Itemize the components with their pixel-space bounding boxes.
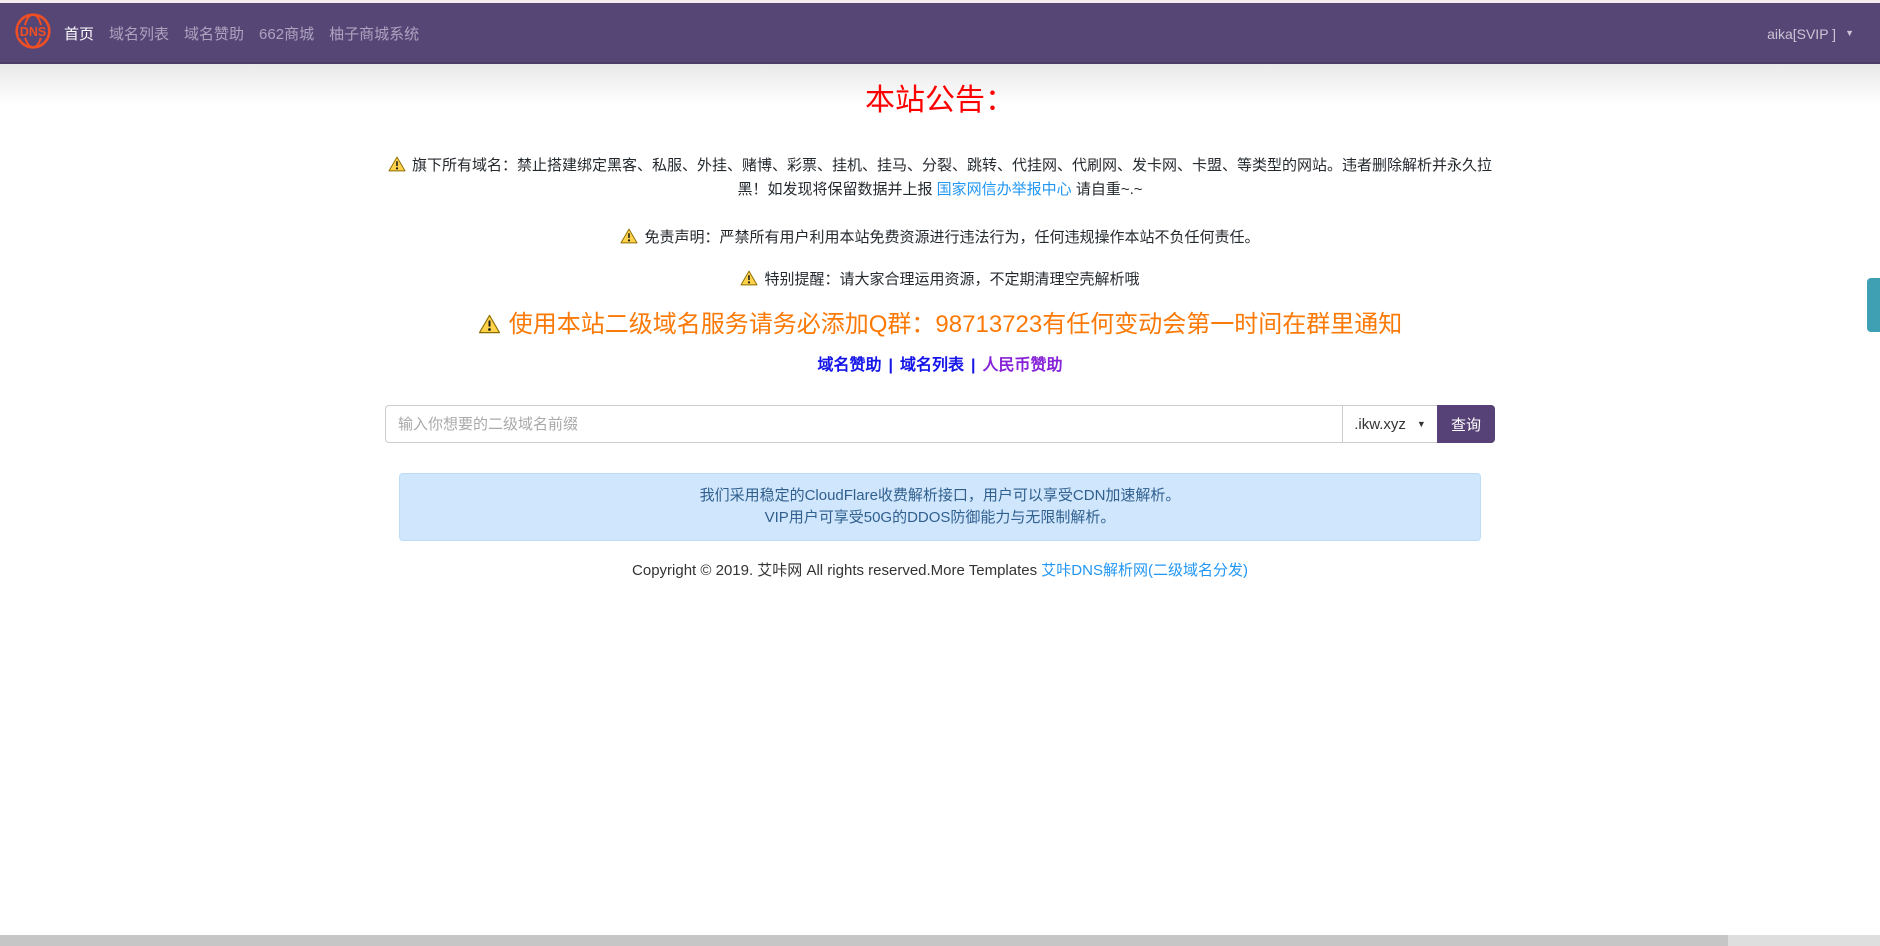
qq-group-text: 使用本站二级域名服务请务必添加Q群：98713723有任何变动会第一时间在群里通… (509, 311, 1402, 338)
main-content: 本站公告： 旗下所有域名：禁止搭建绑定黑客、私服、外挂、赌博、彩票、挂机、挂马、… (0, 64, 1880, 935)
tld-selected-value: .ikw.xyz (1354, 416, 1406, 433)
svg-text:DNS: DNS (20, 25, 46, 39)
notice-text: 免责声明：严禁所有用户利用本站免费资源进行违法行为，任何违规操作本站不负任何责任… (644, 229, 1259, 246)
nav-item-youzi-shop[interactable]: 柚子商城系统 (329, 23, 419, 44)
domain-sponsor-link[interactable]: 域名赞助 (817, 357, 881, 374)
floating-widget-tab[interactable] (1867, 278, 1880, 332)
chevron-down-icon: ▼ (1845, 29, 1854, 38)
dns-globe-logo-icon: DNS (14, 12, 52, 55)
horizontal-scrollbar (0, 935, 1880, 946)
notice-text-after: 请自重~.~ (1072, 181, 1143, 198)
footer-site-link[interactable]: 艾咔DNS解析网(二级域名分发) (1041, 562, 1248, 579)
warning-icon (620, 228, 638, 244)
notice-disclaimer: 免责声明：严禁所有用户利用本站免费资源进行违法行为，任何违规操作本站不负任何责任… (385, 226, 1495, 250)
notice-text: 特别提醒：请大家合理运用资源，不定期清理空壳解析哦 (764, 271, 1139, 288)
domain-list-link[interactable]: 域名列表 (900, 357, 964, 374)
chevron-down-icon: ▼ (1417, 420, 1426, 429)
user-menu[interactable]: aika[SVIP ] ▼ (1767, 26, 1854, 42)
nav-item-662-shop[interactable]: 662商城 (259, 23, 314, 44)
navbar: DNS 首页 域名列表 域名赞助 662商城 柚子商城系统 aika[SVIP … (0, 3, 1880, 64)
nav-item-home[interactable]: 首页 (64, 23, 94, 44)
alert-line-1: 我们采用稳定的CloudFlare收费解析接口，用户可以享受CDN加速解析。 (412, 485, 1468, 507)
tld-select[interactable]: .ikw.xyz ▼ (1342, 405, 1437, 443)
copyright-text: Copyright © 2019. 艾咔网 All rights reserve… (632, 562, 1041, 579)
search-button[interactable]: 查询 (1437, 405, 1495, 443)
warning-icon (478, 314, 501, 334)
alert-line-2: VIP用户可享受50G的DDOS防御能力与无限制解析。 (412, 507, 1468, 529)
notice-domains: 旗下所有域名：禁止搭建绑定黑客、私服、外挂、赌博、彩票、挂机、挂马、分裂、跳转、… (385, 154, 1495, 202)
qq-group-notice: 使用本站二级域名服务请务必添加Q群：98713723有任何变动会第一时间在群里通… (0, 308, 1880, 341)
nav-menu: 首页 域名列表 域名赞助 662商城 柚子商城系统 (64, 23, 419, 44)
link-separator: | (971, 357, 975, 374)
quick-links: 域名赞助 | 域名列表 | 人民币赞助 (0, 355, 1880, 377)
notice-reminder: 特别提醒：请大家合理运用资源，不定期清理空壳解析哦 (385, 268, 1495, 292)
warning-icon (388, 156, 406, 172)
horizontal-scrollbar-thumb[interactable] (0, 935, 1728, 946)
brand-logo[interactable]: DNS (14, 12, 52, 55)
domain-prefix-input[interactable] (385, 405, 1342, 443)
info-alert: 我们采用稳定的CloudFlare收费解析接口，用户可以享受CDN加速解析。 V… (399, 473, 1481, 541)
user-label: aika[SVIP ] (1767, 26, 1836, 42)
page-title: 本站公告： (0, 64, 1880, 118)
warning-icon (740, 270, 758, 286)
domain-search-bar: .ikw.xyz ▼ 查询 (385, 405, 1495, 443)
nav-item-domain-sponsor[interactable]: 域名赞助 (184, 23, 244, 44)
link-separator: | (889, 357, 893, 374)
footer: Copyright © 2019. 艾咔网 All rights reserve… (0, 561, 1880, 581)
rmb-sponsor-link[interactable]: 人民币赞助 (982, 357, 1062, 374)
report-center-link[interactable]: 国家网信办举报中心 (937, 181, 1072, 198)
nav-item-domain-list[interactable]: 域名列表 (109, 23, 169, 44)
